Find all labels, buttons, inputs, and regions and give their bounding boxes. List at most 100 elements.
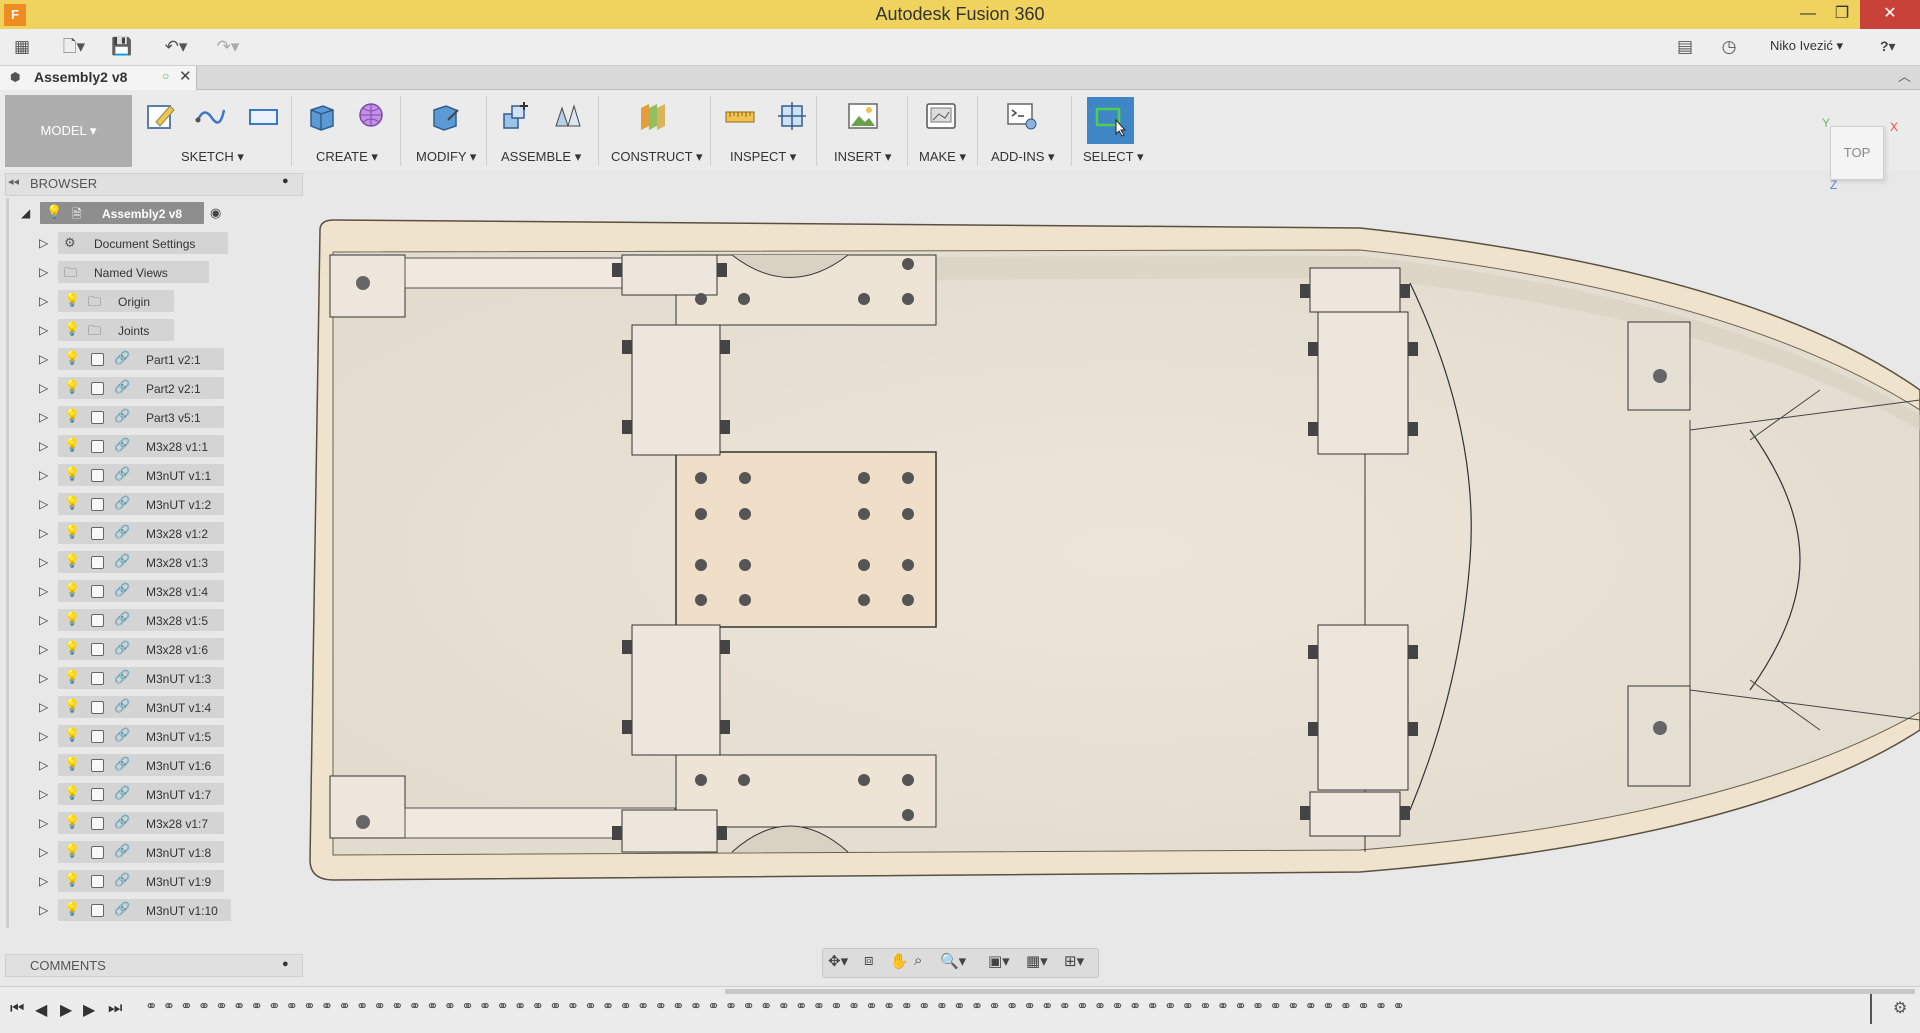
visibility-bulb-icon[interactable]: 💡 [64,901,80,917]
assemble-menu[interactable]: ASSEMBLE ▾ [501,149,581,165]
tree-expand-arrow[interactable]: ▷ [39,555,48,569]
tree-expand-arrow[interactable]: ▷ [39,729,48,743]
fit-zoom-icon[interactable]: 🔍▾ [940,952,966,970]
tree-expand-arrow[interactable]: ▷ [39,903,48,917]
section-analysis-icon[interactable] [776,100,808,132]
browser-scroll-track[interactable] [6,198,9,928]
notifications-icon[interactable]: ▤ [1672,36,1698,58]
collapse-browser-icon[interactable]: ◂◂ [8,175,19,188]
timeline-marker[interactable] [1870,994,1872,1024]
timeline-settings-gear-icon[interactable]: ⚙ [1893,998,1907,1018]
insert-image-icon[interactable] [847,100,879,132]
scripts-addins-icon[interactable] [1006,100,1038,132]
line-sketch-icon[interactable] [194,100,226,132]
visibility-bulb-icon[interactable]: 💡 [64,466,80,482]
tree-expand-arrow[interactable]: ▷ [39,787,48,801]
tree-expand-arrow[interactable]: ▷ [39,642,48,656]
tree-expand-arrow[interactable]: ▷ [39,874,48,888]
tree-expand-arrow[interactable]: ▷ [39,700,48,714]
add-ins-menu[interactable]: ADD-INS ▾ [991,149,1055,165]
visibility-bulb-icon[interactable]: 💡 [64,321,80,337]
visibility-bulb-icon[interactable]: 💡 [64,408,80,424]
visibility-bulb-icon[interactable]: 💡 [64,611,80,627]
new-component-icon[interactable] [500,100,532,132]
modify-menu[interactable]: MODIFY ▾ [416,149,476,165]
visibility-bulb-icon[interactable]: 💡 [64,350,80,366]
visibility-bulb-icon[interactable]: 💡 [46,204,62,220]
tree-expand-arrow[interactable]: ▷ [39,439,48,453]
visibility-bulb-icon[interactable]: 💡 [64,582,80,598]
visibility-bulb-icon[interactable]: 💡 [64,292,80,308]
timeline-scrollbar[interactable] [725,989,1915,994]
tree-expand-arrow[interactable]: ▷ [39,613,48,627]
display-settings-icon[interactable]: ▣▾ [988,952,1010,970]
tree-expand-arrow[interactable]: ▷ [39,671,48,685]
visibility-bulb-icon[interactable]: 💡 [64,756,80,772]
visibility-bulb-icon[interactable]: 💡 [64,727,80,743]
extrude-icon[interactable] [305,100,337,132]
press-pull-icon[interactable] [428,100,460,132]
timeline-last-icon[interactable]: ⏭ [108,1000,122,1018]
tree-expand-arrow[interactable]: ▷ [39,236,48,250]
file-menu-icon[interactable]: 🗋▾ [54,36,94,58]
tree-expand-arrow[interactable]: ▷ [39,468,48,482]
grid-settings-icon[interactable]: ▦▾ [1026,952,1048,970]
activate-radio-icon[interactable]: ◉ [210,205,221,221]
visibility-bulb-icon[interactable]: 💡 [64,495,80,511]
visibility-bulb-icon[interactable]: 💡 [64,785,80,801]
save-icon[interactable]: 💾 [110,36,134,58]
tree-expand-arrow[interactable]: ◢ [21,206,30,220]
visibility-bulb-icon[interactable]: 💡 [64,669,80,685]
comments-add-icon[interactable]: ● [282,958,289,970]
sketch-menu[interactable]: SKETCH ▾ [181,149,244,165]
workspace-switcher-button[interactable]: MODEL ▾ [5,95,132,167]
inspect-menu[interactable]: INSPECT ▾ [730,149,796,165]
browser-pin-icon[interactable]: ● [282,175,289,187]
3d-print-icon[interactable] [925,100,957,132]
timeline-first-icon[interactable]: ⏮ [10,1000,24,1018]
undo-icon[interactable]: ↶▾ [156,36,196,58]
insert-menu[interactable]: INSERT ▾ [834,149,891,165]
viewports-icon[interactable]: ⊞▾ [1064,952,1084,970]
timeline-previous-icon[interactable]: ◀ [35,1000,47,1020]
visibility-bulb-icon[interactable]: 💡 [64,872,80,888]
model-canvas[interactable] [300,200,1920,900]
visibility-bulb-icon[interactable]: 💡 [64,437,80,453]
make-menu[interactable]: MAKE ▾ [919,149,966,165]
visibility-bulb-icon[interactable]: 💡 [64,814,80,830]
create-menu[interactable]: CREATE ▾ [316,149,378,165]
timeline-play-icon[interactable]: ▶ [60,1000,72,1020]
tree-expand-arrow[interactable]: ▷ [39,526,48,540]
visibility-bulb-icon[interactable]: 💡 [64,379,80,395]
tree-expand-arrow[interactable]: ▷ [39,497,48,511]
visibility-bulb-icon[interactable]: 💡 [64,553,80,569]
tree-expand-arrow[interactable]: ▷ [39,352,48,366]
timeline-next-icon[interactable]: ▶ [83,1000,95,1020]
visibility-bulb-icon[interactable]: 💡 [64,698,80,714]
help-menu[interactable]: ?▾ [1880,38,1896,55]
select-tool-button[interactable] [1087,97,1134,144]
visibility-bulb-icon[interactable]: 💡 [64,843,80,859]
pan-hand-icon[interactable]: ✋ [890,952,909,970]
tree-expand-arrow[interactable]: ▷ [39,410,48,424]
tree-expand-arrow[interactable]: ▷ [39,845,48,859]
user-account-menu[interactable]: Niko Ivezić ▾ [1770,38,1843,54]
tree-expand-arrow[interactable]: ▷ [39,265,48,279]
joint-icon[interactable] [552,100,584,132]
tree-expand-arrow[interactable]: ▷ [39,294,48,308]
tree-expand-arrow[interactable]: ▷ [39,323,48,337]
offset-plane-icon[interactable] [637,100,669,132]
rectangle-sketch-icon[interactable] [247,100,279,132]
orbit-icon[interactable]: ✥▾ [828,952,848,970]
visibility-bulb-icon[interactable]: 💡 [64,524,80,540]
form-create-icon[interactable] [356,100,388,132]
construct-menu[interactable]: CONSTRUCT ▾ [611,149,703,165]
visibility-bulb-icon[interactable]: 💡 [64,640,80,656]
close-button[interactable]: ✕ [1860,0,1920,29]
zoom-icon[interactable]: ⌕ [914,952,922,969]
timeline-features[interactable]: ⚭⚭⚭⚭⚭⚭⚭⚭⚭⚭⚭⚭⚭⚭⚭⚭⚭⚭⚭⚭⚭⚭⚭⚭⚭⚭⚭⚭⚭⚭⚭⚭⚭⚭⚭⚭⚭⚭⚭⚭… [145,997,1865,1021]
data-panel-grid-icon[interactable]: ▦ [10,36,34,58]
maximize-button[interactable]: ❐ [1820,0,1864,29]
look-at-icon[interactable]: ⧈ [864,952,874,969]
tree-expand-arrow[interactable]: ▷ [39,381,48,395]
